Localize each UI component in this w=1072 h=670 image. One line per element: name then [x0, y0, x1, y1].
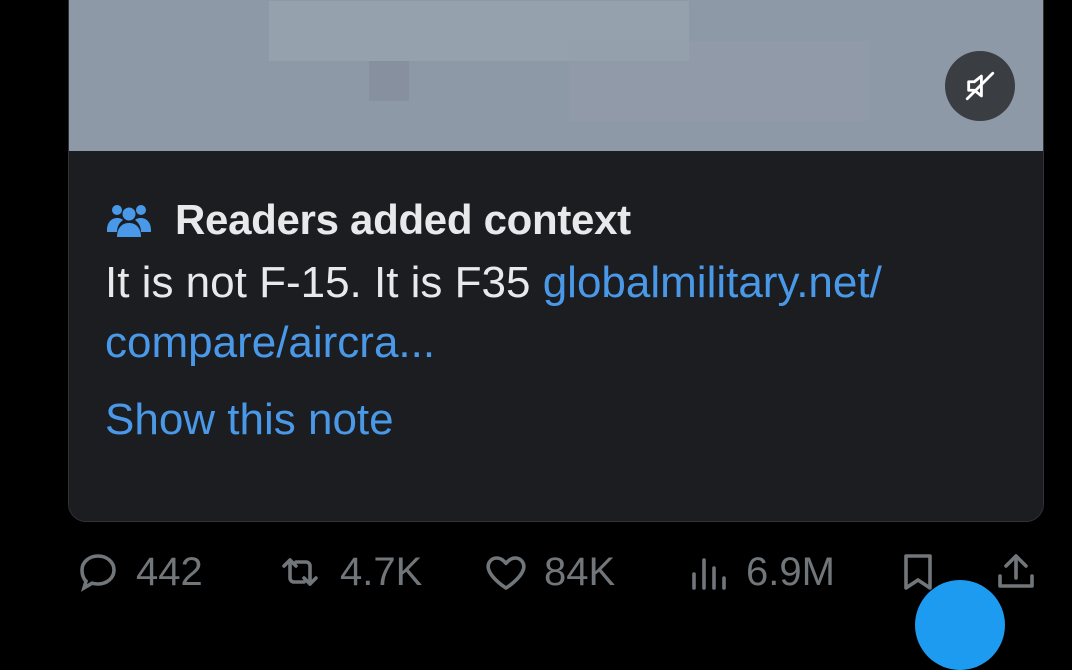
repost-arrows-icon	[282, 558, 318, 586]
video-thumbnail[interactable]	[69, 0, 1043, 151]
note-text: It is not F-15. It is F35 globalmilitary…	[105, 253, 1025, 373]
video-frame-blur	[369, 61, 409, 101]
speech-bubble-icon	[80, 554, 116, 592]
mute-button[interactable]	[945, 51, 1015, 121]
community-note: Readers added context It is not F-15. It…	[69, 151, 1043, 521]
repost-count: 4.7K	[340, 549, 423, 594]
tweet-media-card: Readers added context It is not F-15. It…	[68, 0, 1044, 522]
views-count: 6.9M	[746, 549, 835, 594]
bar-chart-icon	[692, 558, 726, 590]
compose-button[interactable]	[915, 580, 1005, 670]
note-title: Readers added context	[175, 196, 631, 243]
like-count: 84K	[544, 549, 616, 594]
share-button[interactable]	[992, 548, 1040, 596]
video-frame-blur	[569, 41, 869, 121]
share-upload-icon	[998, 554, 1034, 588]
speaker-muted-icon	[965, 71, 995, 101]
heart-icon	[486, 556, 526, 590]
views-button[interactable]: 6.9M	[682, 548, 835, 596]
show-note-link[interactable]: Show this note	[105, 395, 394, 445]
reply-button[interactable]: 442	[72, 548, 203, 596]
repost-button[interactable]: 4.7K	[272, 548, 422, 596]
note-header: Readers added context	[105, 196, 631, 244]
reply-count: 442	[136, 549, 203, 594]
note-text-body: It is not F-15. It is F35	[105, 258, 543, 307]
note-link-line1: globalmilitary.net/	[542, 258, 882, 307]
like-button[interactable]: 84K	[480, 548, 615, 596]
people-icon	[107, 205, 151, 237]
note-link-line2: compare/aircra...	[105, 318, 436, 367]
